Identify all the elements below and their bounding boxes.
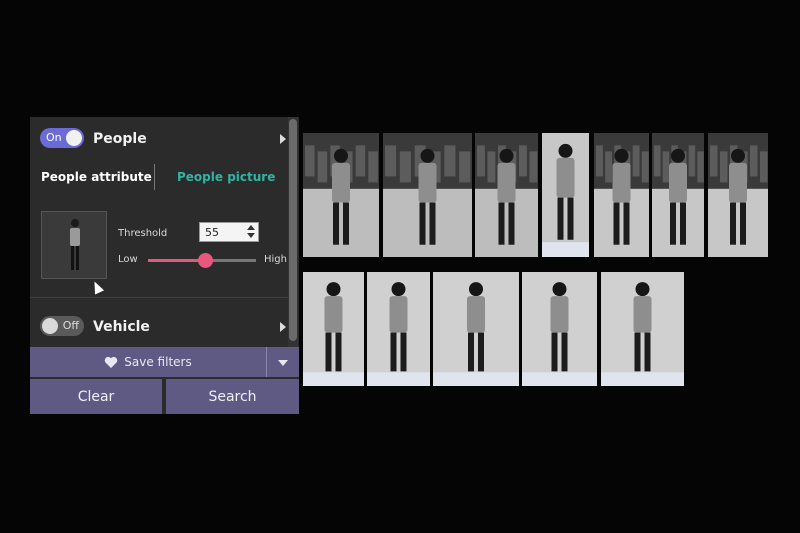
vehicle-toggle[interactable]: Off [40,316,84,336]
save-filters-button[interactable]: Save filters [30,347,266,377]
person-silhouette-icon [70,219,80,270]
person-figure-icon [542,143,589,257]
vehicle-expand-arrow-icon[interactable] [280,322,286,332]
person-figure-icon [708,133,768,245]
tab-divider [154,164,155,190]
chevron-down-icon [278,360,288,366]
vehicle-section-title: Vehicle [93,319,150,335]
person-figure-icon [601,282,684,386]
toggle-knob [66,130,82,146]
result-thumbnail[interactable] [475,133,538,257]
save-filters-label: Save filters [124,355,192,369]
reference-person-thumbnail[interactable] [41,211,107,279]
person-figure-icon [303,133,379,245]
person-figure-icon [303,282,364,386]
people-section-title: People [93,131,147,147]
result-thumbnail[interactable] [522,272,597,386]
people-toggle[interactable]: On [40,128,84,148]
person-figure-icon [367,282,430,386]
vehicle-toggle-label: Off [62,319,79,332]
search-button[interactable]: Search [166,379,299,414]
threshold-slider-knob[interactable] [198,253,213,268]
result-thumbnail[interactable] [708,133,768,257]
result-thumbnail[interactable] [303,272,364,386]
result-thumbnail[interactable] [303,133,379,257]
person-figure-icon [594,133,649,245]
person-figure-icon [475,133,538,245]
panel-scrollbar-thumb[interactable] [289,119,297,341]
result-thumbnail[interactable] [594,133,649,257]
heart-icon [105,356,118,368]
person-figure-icon [383,133,472,245]
people-expand-arrow-icon[interactable] [280,134,286,144]
person-figure-icon [652,133,704,245]
save-filters-bar: Save filters [30,347,299,377]
result-thumbnail[interactable] [433,272,519,386]
stepper-up-icon[interactable] [247,225,255,230]
person-figure-icon [433,282,519,386]
toggle-knob [42,318,58,334]
result-thumbnail[interactable] [601,272,684,386]
section-divider [30,297,288,298]
tab-people-picture[interactable]: People picture [177,170,275,184]
people-toggle-label: On [46,131,62,144]
result-thumbnail[interactable] [542,133,589,257]
result-thumbnail[interactable] [367,272,430,386]
clear-button[interactable]: Clear [30,379,162,414]
threshold-stepper[interactable] [244,223,258,241]
tab-people-attribute[interactable]: People attribute [41,170,152,184]
stepper-down-icon[interactable] [247,233,255,238]
slider-high-label: High [264,254,287,265]
person-figure-icon [522,282,597,386]
result-thumbnail[interactable] [652,133,704,257]
save-filters-dropdown[interactable] [266,347,299,377]
result-thumbnail[interactable] [383,133,472,257]
threshold-label: Threshold [118,228,168,239]
slider-low-label: Low [118,254,138,265]
